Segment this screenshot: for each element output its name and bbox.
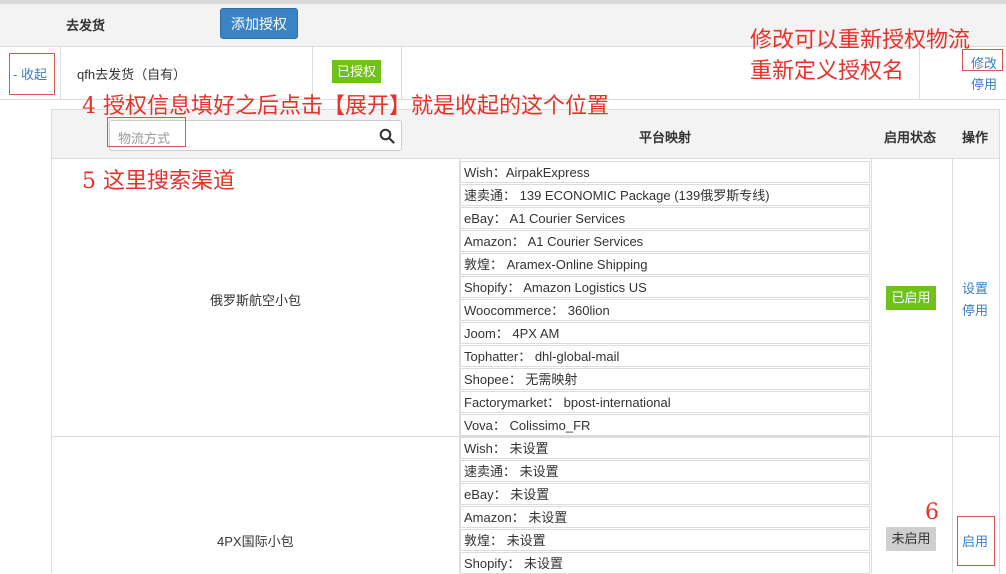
channel-name: 4PX国际小包 (217, 534, 294, 549)
add-authorization-button[interactable]: 添加授权 (220, 8, 298, 39)
col-header-action: 操作 (962, 130, 989, 145)
mapping-item: 敦煌： 未设置 (460, 529, 870, 551)
column-divider (871, 159, 872, 573)
disabled-status-badge: 未启用 (886, 527, 936, 551)
collapse-highlight-box (9, 53, 55, 95)
settings-link[interactable]: 设置 (962, 278, 988, 297)
mapping-item: Joom： 4PX AM (460, 322, 870, 344)
disable-authorization-link[interactable]: 停用 (971, 74, 997, 93)
step6-annotation: 6 (925, 500, 939, 525)
mapping-item: Woocommerce： 360lion (460, 299, 870, 321)
edit-annotation-line2: 重新定义授权名 (750, 59, 905, 84)
col-header-mapping: 平台映射 (639, 130, 692, 145)
mapping-item: Tophatter： dhl-global-mail (460, 345, 870, 367)
step5-annotation: 5 这里搜索渠道 (82, 169, 235, 194)
authorized-status-badge: 已授权 (332, 60, 381, 83)
channel-name: 俄罗斯航空小包 (210, 293, 302, 308)
step4-annotation: 4 授权信息填好之后点击【展开】就是收起的这个位置 (82, 94, 609, 119)
mapping-item: Vova： Colissimo_FR (460, 414, 870, 436)
mapping-item: Amazon： A1 Courier Services (460, 230, 870, 252)
enable-highlight-box (957, 516, 995, 566)
mapping-item: Shopee： 无需映射 (460, 368, 870, 390)
enabled-status-badge: 已启用 (886, 286, 936, 310)
col-header-status: 启用状态 (884, 130, 937, 145)
column-divider (952, 159, 953, 573)
mapping-item: Wish：AirpakExpress (460, 161, 870, 183)
provider-title: 去发货 (66, 18, 106, 33)
mapping-item: Shopify： 未设置 (460, 552, 870, 574)
mapping-item: eBay： A1 Courier Services (460, 207, 870, 229)
mapping-item: Wish： 未设置 (460, 437, 870, 459)
mapping-item: 速卖通： 未设置 (460, 460, 870, 482)
mapping-item: 敦煌： Aramex-Online Shipping (460, 253, 870, 275)
disable-channel-link[interactable]: 停用 (962, 300, 988, 319)
divider (919, 47, 920, 99)
search-icon[interactable] (379, 128, 395, 144)
divider (60, 47, 61, 99)
search-highlight-box (107, 117, 186, 147)
mapping-item: Factorymarket： bpost-international (460, 391, 870, 413)
mapping-item: 速卖通： 139 ECONOMIC Package (139俄罗斯专线) (460, 184, 870, 206)
mapping-item: Amazon： 未设置 (460, 506, 870, 528)
mapping-item: Shopify： Amazon Logistics US (460, 276, 870, 298)
authorization-name: qfh去发货（自有） (77, 67, 187, 82)
edit-annotation-line1: 修改可以重新授权物流 (750, 28, 971, 53)
mapping-item: eBay： 未设置 (460, 483, 870, 505)
